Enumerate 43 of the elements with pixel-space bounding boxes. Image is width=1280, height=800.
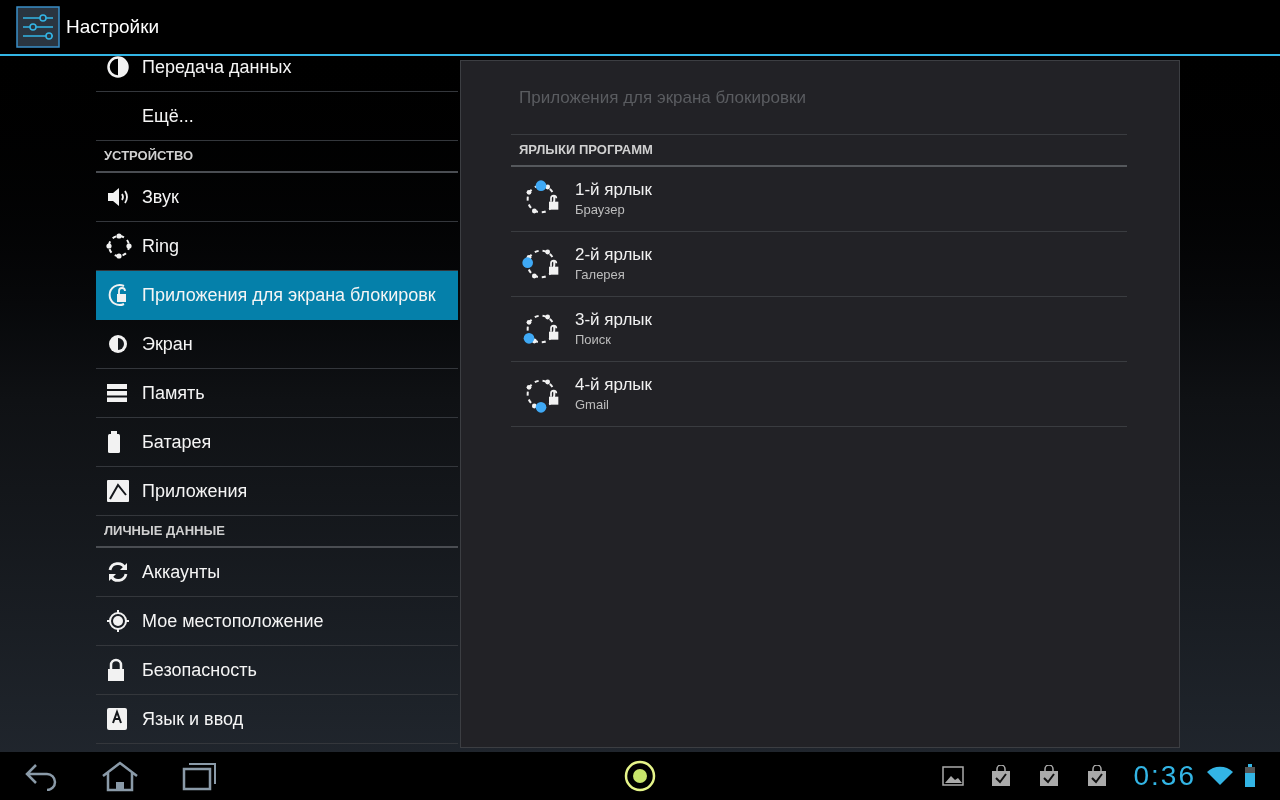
shopping-bag-icon[interactable] xyxy=(989,765,1012,787)
settings-item[interactable]: Приложения xyxy=(96,467,458,516)
shortcut-item[interactable]: 4-й ярлык Gmail xyxy=(511,362,1127,427)
recent-apps-icon[interactable] xyxy=(182,761,218,791)
settings-item[interactable]: Экран xyxy=(96,320,458,369)
storage-icon xyxy=(106,383,128,403)
sync-icon xyxy=(106,560,130,584)
battery-status-icon xyxy=(1244,764,1256,788)
app-title: Настройки xyxy=(66,14,160,39)
panel-title: Приложения для экрана блокировки xyxy=(519,86,806,109)
pie-chart-icon xyxy=(106,56,130,79)
section-header: УСТРОЙСТВО xyxy=(104,146,194,165)
location-icon xyxy=(106,609,130,633)
settings-item[interactable]: Передача данных xyxy=(96,56,458,92)
brightness-icon xyxy=(106,332,130,356)
home-icon[interactable] xyxy=(100,760,140,792)
settings-item[interactable]: Язык и ввод xyxy=(96,695,458,744)
settings-item[interactable]: Приложения для экрана блокировк xyxy=(96,271,458,320)
shortcut-item[interactable]: 2-й ярлык Галерея xyxy=(511,232,1127,297)
settings-item[interactable]: Аккаунты xyxy=(96,548,458,597)
settings-item[interactable]: Мое местоположение xyxy=(96,597,458,646)
image-icon[interactable] xyxy=(941,766,964,786)
settings-item[interactable]: Безопасность xyxy=(96,646,458,695)
shopping-bag-icon[interactable] xyxy=(1085,765,1108,787)
battery-icon xyxy=(106,430,122,454)
section-header: ЛИЧНЫЕ ДАННЫЕ xyxy=(104,521,225,540)
clock-time: 0:36 xyxy=(1133,759,1196,793)
settings-item[interactable]: Звук xyxy=(96,173,458,222)
back-icon[interactable] xyxy=(24,761,58,791)
shortcut-item[interactable]: 1-й ярлык Браузер xyxy=(511,167,1127,232)
settings-sliders-icon[interactable] xyxy=(16,6,60,48)
settings-item[interactable]: Память xyxy=(96,369,458,418)
settings-item[interactable]: Батарея xyxy=(96,418,458,467)
dotted-ring-icon xyxy=(106,233,132,259)
shortcut-item[interactable]: 3-й ярлык Поиск xyxy=(511,297,1127,362)
settings-item[interactable]: Ещё... xyxy=(96,92,458,141)
wifi-icon xyxy=(1206,765,1234,787)
shopping-bag-icon[interactable] xyxy=(1037,765,1060,787)
section-header: ЯРЛЫКИ ПРОГРАММ xyxy=(519,141,653,160)
keyboard-letter-icon xyxy=(106,707,128,731)
lock-icon xyxy=(106,658,126,682)
ring-dot-icon[interactable] xyxy=(624,760,656,792)
apps-icon xyxy=(106,479,130,503)
